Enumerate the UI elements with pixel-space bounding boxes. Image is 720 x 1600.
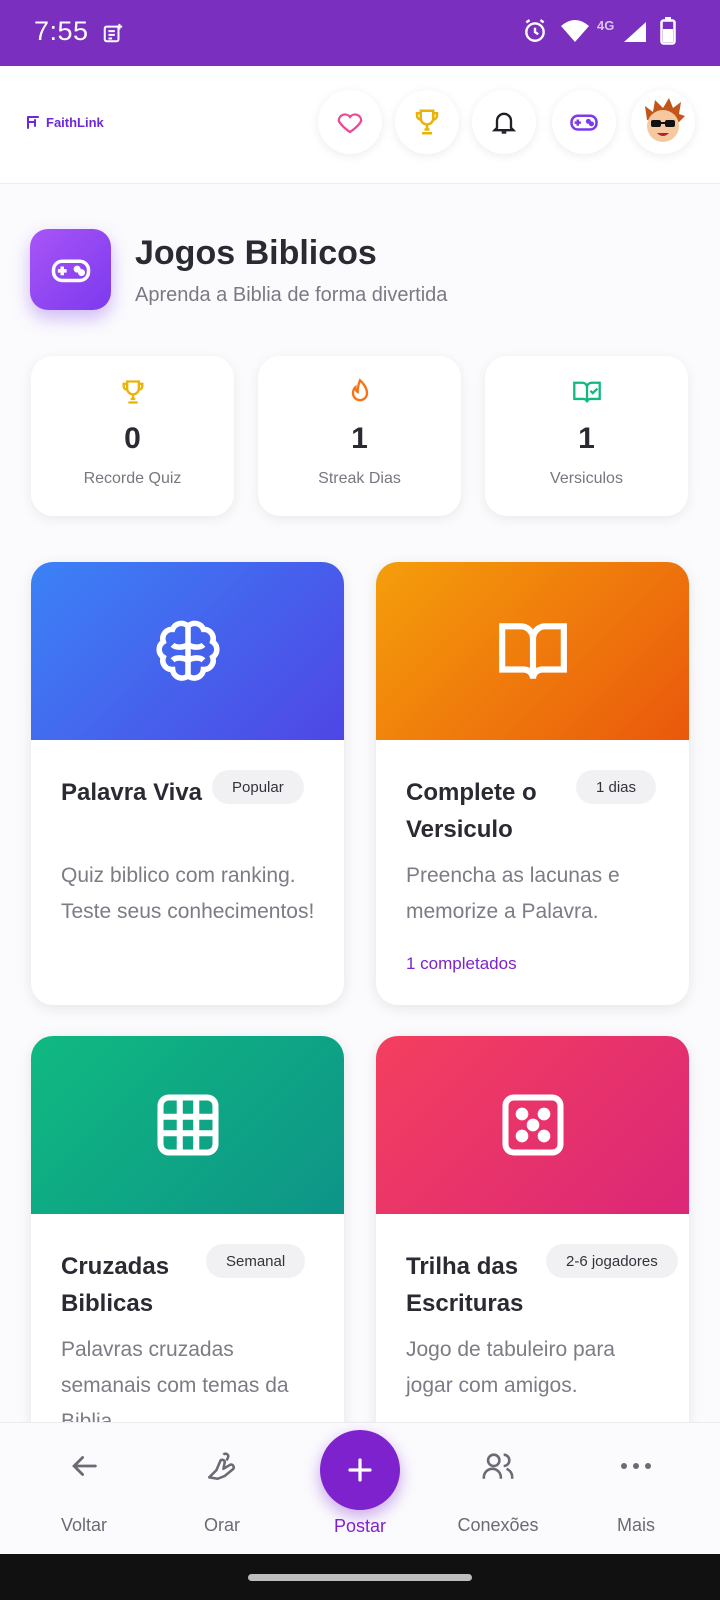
game-card-trilha-escrituras[interactable]: Trilha das Escrituras 2-6 jogadores Jogo… [376,1036,689,1476]
avatar-cartoon-icon [645,98,685,142]
game-description: Preencha as lacunas e memorize a Palavra… [406,864,620,923]
gamepad-icon [570,114,598,131]
signal-icon [622,20,648,49]
stat-card-verses: 1 Versiculos [485,356,688,516]
post-button[interactable] [320,1430,400,1510]
page-games-icon-tile [30,229,111,310]
game-progress-text: 1 completados [406,954,517,973]
network-type: 4G [597,18,615,33]
battery-icon [660,17,676,50]
stat-label: Streak Dias [318,470,401,487]
nav-label: Orar [204,1515,240,1535]
praying-hands-icon [207,1452,235,1481]
stat-value: 1 [578,422,595,455]
open-book-icon [498,623,567,680]
faithlink-logo[interactable]: FaithLink [26,114,104,130]
nav-label: Voltar [60,1515,108,1535]
stat-label: Versiculos [550,470,623,487]
nav-label: Mais [616,1515,655,1535]
stat-card-quiz-record: 0 Recorde Quiz [31,356,234,516]
game-banner [31,1036,344,1214]
plus-icon [348,1458,372,1482]
heart-icon [337,113,363,134]
flame-icon [351,378,368,402]
game-banner [376,562,689,740]
dice-icon [501,1094,564,1156]
gesture-handle[interactable] [248,1574,472,1581]
stat-value: 1 [351,422,368,455]
avatar[interactable] [631,90,695,154]
arrow-left-icon [72,1456,97,1476]
status-bar: 7:55 4G [0,0,720,66]
post-label: Postar [333,1516,387,1536]
nav-back-button[interactable]: Voltar [14,1423,154,1555]
wifi-icon [560,18,590,49]
game-banner [376,1036,689,1214]
page-title: Jogos Biblicos [135,234,377,272]
game-description: Jogo de tabuleiro para jogar com amigos. [406,1338,615,1397]
stat-label: Recorde Quiz [83,470,182,487]
game-badge: 1 dias [576,770,657,804]
game-description: Quiz biblico com ranking. Teste seus con… [61,864,315,923]
page-subtitle: Aprenda a Biblia de forma divertida [135,284,448,306]
notifications-button[interactable] [472,90,536,154]
trophy-icon [415,109,439,135]
notes-notification-icon [102,22,124,49]
nav-label: Conexões [457,1515,539,1535]
game-card-complete-versiculo[interactable]: Complete o Versiculo 1 dias Preencha as … [376,562,689,1005]
status-time: 7:55 [34,16,89,46]
alarm-icon [522,18,548,49]
users-icon [482,1453,514,1479]
stat-value: 0 [124,422,141,455]
game-title: Palavra Viva [61,779,203,806]
brain-icon [155,620,220,681]
gamepad-icon [51,259,90,282]
favorites-button[interactable] [318,90,382,154]
nav-pray-button[interactable]: Orar [152,1423,292,1555]
trophy-icon [122,380,143,404]
brand-name: FaithLink [46,114,104,130]
game-card-palavra-viva[interactable]: Palavra Viva Popular Quiz biblico com ra… [31,562,344,1005]
logo-mark-icon [27,116,39,129]
game-card-cruzadas-biblicas[interactable]: Cruzadas Biblicas Semanal Palavras cruza… [31,1036,344,1476]
nav-connections-button[interactable]: Conexões [428,1423,568,1555]
game-badge: Popular [212,770,304,804]
nav-more-button[interactable]: Mais [566,1423,706,1555]
game-badge: Semanal [206,1244,306,1278]
book-check-icon [572,381,601,403]
achievements-button[interactable] [395,90,459,154]
system-nav-bar [0,1554,720,1600]
bell-icon [491,112,517,134]
game-banner [31,562,344,740]
game-title: Complete o Versiculo [406,779,537,843]
more-dots-icon [621,1463,651,1469]
app-header: FaithLink [0,66,720,184]
stat-card-streak: 1 Streak Dias [258,356,461,516]
games-button[interactable] [552,90,616,154]
grid-icon [156,1094,219,1156]
game-badge: 2-6 jogadores [546,1244,678,1278]
